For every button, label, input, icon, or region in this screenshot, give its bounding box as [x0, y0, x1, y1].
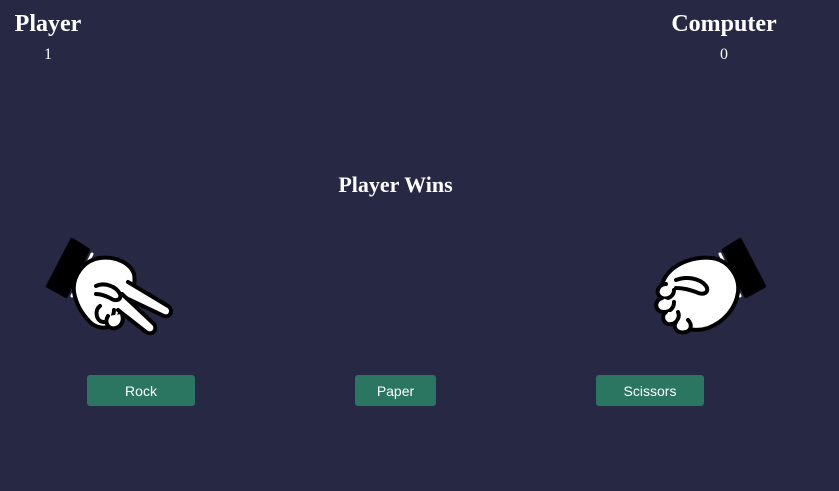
- rock-fist-icon: [654, 238, 766, 335]
- computer-score-title: Computer: [671, 11, 777, 37]
- computer-score-panel: Computer 0: [664, 10, 784, 64]
- computer-score-value: 0: [720, 46, 728, 63]
- paper-button[interactable]: Paper: [355, 375, 436, 406]
- player-score-value: 1: [44, 46, 52, 63]
- scissors-hand-icon: [46, 238, 173, 336]
- player-score-panel: Player 1: [10, 10, 86, 64]
- rock-button[interactable]: Rock: [87, 375, 195, 406]
- round-result: Player Wins: [338, 172, 453, 197]
- scissors-button[interactable]: Scissors: [596, 375, 704, 406]
- player-score-title: Player: [14, 11, 82, 37]
